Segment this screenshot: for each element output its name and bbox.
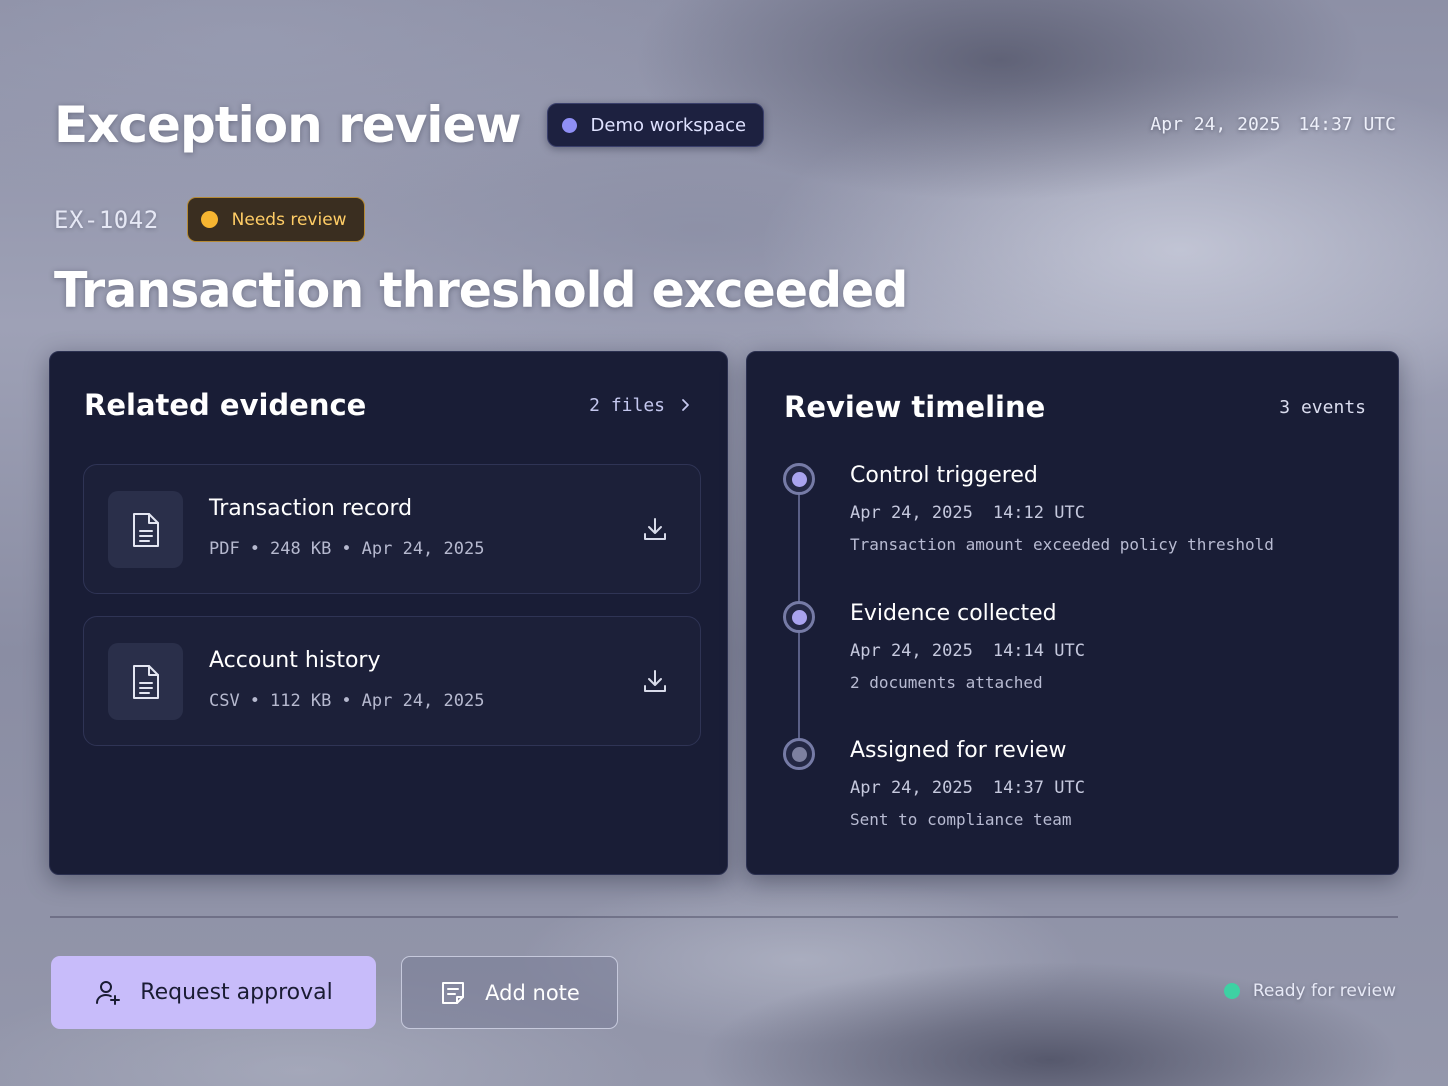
workspace-chip[interactable]: Demo workspace (546, 103, 765, 147)
timeline-node-icon (783, 738, 815, 770)
meta-separator: • (341, 539, 352, 559)
exception-id-row: EX-1042 Needs review (54, 197, 365, 242)
file-icon-container (108, 491, 183, 568)
event-title: Control triggered (850, 463, 1038, 488)
ready-dot-icon (1223, 983, 1240, 999)
evidence-panel-header: Related evidence 2 files (84, 388, 693, 422)
event-date: Apr 24, 2025 (850, 641, 973, 661)
download-icon[interactable] (641, 667, 669, 695)
timeline-panel-title: Review timeline (784, 390, 1046, 424)
timeline-event-count: 3 events (1279, 396, 1366, 418)
file-icon (132, 512, 159, 547)
download-icon[interactable] (641, 515, 669, 543)
evidence-files-link[interactable]: 2 files (589, 395, 693, 416)
event-timestamp: Apr 24, 2025 14:14 UTC (850, 641, 1085, 661)
meta-separator: • (341, 691, 352, 711)
workspace-dot-icon (561, 117, 577, 133)
event-title: Assigned for review (850, 738, 1067, 763)
add-note-button[interactable]: Add note (401, 956, 618, 1029)
page-header: Exception review Demo workspace (54, 96, 765, 154)
event-title: Evidence collected (850, 601, 1057, 626)
event-time: 14:14 UTC (992, 641, 1085, 661)
event-description: Sent to compliance team (850, 810, 1072, 829)
exception-title: Transaction threshold exceeded (54, 262, 908, 319)
page-title: Exception review (54, 96, 522, 154)
exception-id: EX-1042 (54, 205, 159, 234)
file-type: CSV (209, 691, 240, 711)
header-timestamp: Apr 24, 2025 14:37 UTC (1150, 114, 1396, 135)
file-size: 248 KB (269, 539, 332, 559)
event-description: Transaction amount exceeded policy thres… (850, 535, 1274, 554)
chevron-right-icon (682, 399, 689, 411)
evidence-panel-title: Related evidence (84, 388, 367, 422)
file-size: 112 KB (269, 691, 332, 711)
user-plus-icon (96, 980, 121, 1005)
event-time: 14:37 UTC (992, 778, 1085, 798)
file-icon (132, 664, 159, 699)
meta-separator: • (249, 539, 260, 559)
event-timestamp: Apr 24, 2025 14:12 UTC (850, 503, 1085, 523)
add-note-label: Add note (485, 980, 580, 1005)
file-meta: PDF • 248 KB • Apr 24, 2025 (209, 539, 484, 559)
workspace-label: Demo workspace (590, 114, 747, 136)
review-timeline-panel: Review timeline 3 events Control trigger… (746, 351, 1399, 875)
status-label: Needs review (231, 209, 347, 230)
ready-status-label: Ready for review (1252, 981, 1396, 1001)
file-name: Transaction record (209, 496, 413, 521)
evidence-file-card[interactable]: Transaction record PDF • 248 KB • Apr 24, 20… (83, 464, 701, 594)
meta-separator: • (249, 691, 260, 711)
file-meta: CSV • 112 KB • Apr 24, 2025 (209, 691, 484, 711)
header-time: 14:37 UTC (1298, 114, 1396, 135)
timeline-panel-header: Review timeline 3 events (784, 390, 1366, 424)
file-date: Apr 24, 2025 (361, 539, 485, 559)
event-time: 14:12 UTC (992, 503, 1085, 523)
file-name: Account history (209, 648, 381, 673)
event-date: Apr 24, 2025 (850, 503, 973, 523)
request-approval-label: Request approval (140, 980, 333, 1005)
file-date: Apr 24, 2025 (361, 691, 485, 711)
note-icon (442, 981, 465, 1004)
ready-status: Ready for review (1223, 981, 1396, 1001)
event-description: 2 documents attached (850, 673, 1043, 692)
status-dot-icon (200, 211, 218, 228)
footer-divider (50, 916, 1398, 918)
related-evidence-panel: Related evidence 2 files Transaction rec… (49, 351, 728, 875)
event-date: Apr 24, 2025 (850, 778, 973, 798)
header-date: Apr 24, 2025 (1150, 114, 1281, 135)
timeline-node-icon (783, 601, 815, 633)
timeline-node-icon (783, 463, 815, 495)
file-type: PDF (209, 539, 240, 559)
evidence-count: 2 files (589, 394, 665, 416)
status-badge: Needs review (186, 197, 365, 242)
evidence-file-card[interactable]: Account history CSV • 112 KB • Apr 24, 2025 (83, 616, 701, 746)
event-timestamp: Apr 24, 2025 14:37 UTC (850, 778, 1085, 798)
file-icon-container (108, 643, 183, 720)
request-approval-button[interactable]: Request approval (51, 956, 376, 1029)
